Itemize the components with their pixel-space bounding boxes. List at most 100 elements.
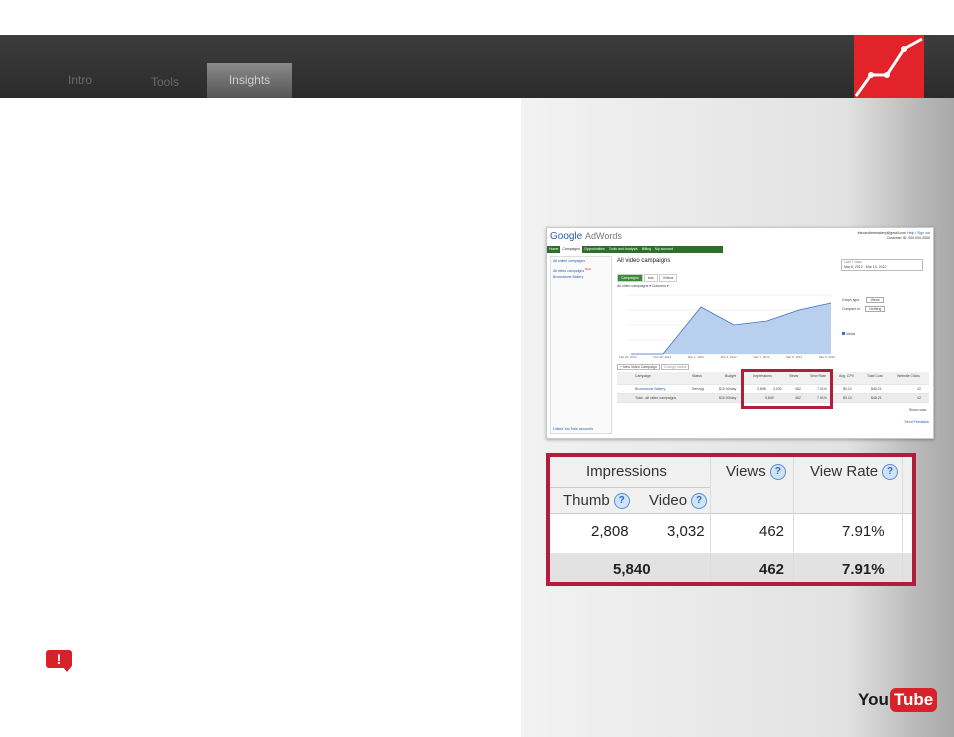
x-tick: Mar 7, 2012 — [753, 355, 770, 359]
google-wordmark: Google — [550, 231, 583, 242]
send-feedback-link[interactable]: Send Feedback — [904, 420, 929, 424]
nav-campaigns[interactable]: Campaigns — [560, 246, 583, 253]
trend-line-icon — [854, 37, 923, 97]
zoom-row-video: 3,032 — [667, 523, 705, 540]
zoom-video-header: Video? — [649, 492, 708, 510]
table-toolbar: + New Video Campaign Change status — [617, 364, 690, 370]
chart-x-axis: Feb 29, 2012 Feb 28, 2012 Mar 1, 2012 Mar 4… — [619, 355, 835, 359]
row-cpv: $0.10 — [843, 387, 852, 391]
total-clicks: 42 — [917, 396, 921, 400]
account-links[interactable]: Help | Sign out — [907, 231, 930, 235]
adwords-logo: Google AdWords — [550, 231, 622, 242]
col-total-cost[interactable]: Total Cost — [867, 372, 883, 380]
total-cost: $46.21 — [871, 396, 882, 400]
zoom-col-line — [793, 457, 794, 582]
zoom-video-label: Video — [649, 492, 688, 509]
graph-type-select[interactable]: Views — [866, 297, 884, 303]
col-campaign[interactable]: Campaign — [635, 372, 651, 380]
row-budget: $10.00/day — [719, 387, 737, 391]
date-range-picker[interactable]: Last 7 days Mar 8, 2012 - Mar 14, 2012 — [841, 259, 923, 271]
zoom-view-rate-header: View Rate? — [810, 463, 899, 481]
adwords-sidebar: All online campaigns All video campaigns… — [550, 256, 612, 434]
compare-label: Compare to — [842, 307, 861, 311]
sidebar-all-campaigns[interactable]: All online campaigns — [553, 258, 609, 264]
zoom-row-thumb: 2,808 — [591, 523, 629, 540]
x-tick: Feb 28, 2012 — [653, 355, 672, 359]
account-info: thecaroltreebakery@gmail.com Help | Sign… — [858, 231, 930, 241]
tab-intro[interactable]: Intro — [40, 63, 120, 98]
new-campaign-button[interactable]: + New Video Campaign — [617, 364, 660, 370]
zoom-thumb-label: Thumb — [563, 492, 610, 509]
sidebar-video-campaigns[interactable]: All video campaigns — [553, 269, 584, 273]
zoom-col-line — [902, 457, 903, 582]
x-tick: Feb 29, 2012 — [619, 355, 637, 359]
filter-bar[interactable]: All-video campaigns ▾ Columns ▾ — [617, 284, 669, 288]
zoom-views-label: Views — [726, 463, 766, 480]
adwords-tabs: Campaigns Ads Videos — [617, 274, 678, 282]
zoom-row-rate: 7.91% — [842, 523, 885, 540]
zoom-subdivider — [550, 487, 710, 488]
metrics-zoom-table: Impressions Views? View Rate? Thumb? Vid… — [546, 453, 916, 586]
col-status[interactable]: Status — [692, 372, 702, 380]
tab-insights[interactable]: Insights — [207, 63, 292, 98]
youtube-you: You — [858, 690, 889, 709]
nav-opportunities[interactable]: Opportunities — [582, 246, 607, 253]
brand-logo — [854, 35, 924, 98]
graph-type-label: Graph type — [842, 298, 860, 302]
legend-swatch — [842, 332, 845, 335]
col-budget[interactable]: Budget — [725, 372, 736, 380]
x-tick: Mar 4, 2012 — [720, 355, 737, 359]
zoom-divider — [550, 513, 912, 514]
help-icon[interactable]: ? — [691, 493, 708, 510]
account-email: thecaroltreebakery@gmail.com — [857, 231, 907, 235]
alert-glyph: ! — [56, 651, 62, 667]
help-icon[interactable]: ? — [769, 464, 786, 481]
help-icon[interactable]: ? — [613, 493, 630, 510]
graph-options: Graph type Views Compare to Nothing View… — [842, 296, 886, 339]
x-tick: Mar 8, 2012 — [786, 355, 803, 359]
col-website-clicks[interactable]: Website Clicks — [897, 372, 920, 380]
zoom-total-views: 462 — [759, 561, 785, 578]
help-icon[interactable]: ? — [882, 464, 899, 481]
zoom-impressions-header: Impressions — [586, 463, 667, 480]
exclamation-icon: ! — [46, 650, 72, 672]
sidebar-campaign[interactable]: Brownstone Bakery — [553, 274, 609, 280]
header-bar: Intro Tools Insights — [0, 35, 954, 98]
zoom-row-views: 462 — [759, 523, 785, 540]
total-cpv: $0.10 — [843, 396, 852, 400]
zoom-views-header: Views? — [726, 463, 786, 481]
change-status-button[interactable]: Change status — [660, 364, 690, 370]
date-range-value: Mar 8, 2012 - Mar 14, 2012 — [844, 265, 887, 269]
adwords-tab-campaigns[interactable]: Campaigns — [617, 274, 643, 282]
show-rows-control[interactable]: Show rows: — [909, 408, 927, 412]
total-budget: $10.00/day — [719, 396, 737, 400]
tab-tools[interactable]: Tools — [125, 65, 205, 100]
zoom-thumb-header: Thumb? — [563, 492, 630, 510]
row-clicks: 42 — [917, 387, 921, 391]
customer-id: Customer ID: 000-000-0000 — [886, 236, 930, 240]
row-cost: $46.21 — [871, 387, 882, 391]
adwords-tab-ads[interactable]: Ads — [643, 274, 658, 282]
x-tick: Mar 1, 2012 — [687, 355, 704, 359]
metrics-highlight-box — [741, 369, 833, 409]
new-badge: New — [585, 267, 591, 271]
row-campaign-name[interactable]: Brownstone Bakery — [635, 385, 665, 393]
youtube-logo: You Tube — [858, 688, 938, 714]
nav-billing[interactable]: Billing — [640, 246, 653, 253]
views-chart — [627, 294, 832, 355]
adwords-wordmark: AdWords — [585, 231, 622, 241]
nav-account[interactable]: My account — [653, 246, 675, 253]
adwords-nav: Home Campaigns Opportunities Tools and Anal… — [547, 246, 723, 253]
total-label: Total - all video campaigns — [635, 396, 677, 400]
row-status: Serving — [692, 387, 704, 391]
nav-home[interactable]: Home — [547, 246, 560, 253]
compare-select[interactable]: Nothing — [865, 306, 886, 312]
nav-tools[interactable]: Tools and Analysis — [607, 246, 640, 253]
adwords-page-title: All video campaigns — [617, 258, 671, 264]
adwords-screenshot: Google AdWords thecaroltreebakery@gmail.… — [546, 227, 934, 439]
col-avg-cpv[interactable]: Avg. CPV — [839, 372, 854, 380]
zoom-col-line — [710, 457, 711, 582]
adwords-tab-videos[interactable]: Videos — [658, 274, 678, 282]
sidebar-linked-accounts[interactable]: Linked YouTube accounts — [553, 426, 593, 432]
zoom-total-rate: 7.91% — [842, 561, 885, 578]
